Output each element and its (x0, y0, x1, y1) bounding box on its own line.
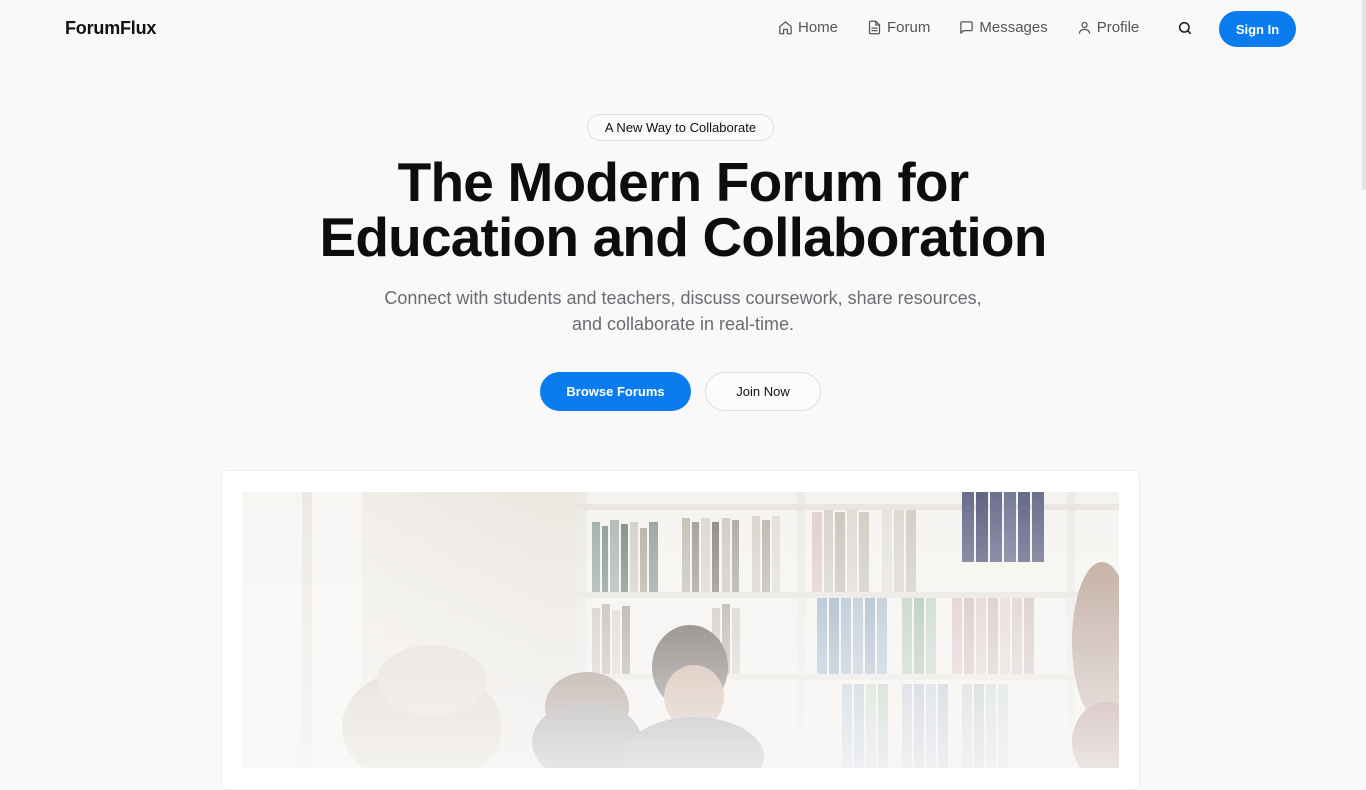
sign-in-button[interactable]: Sign In (1219, 11, 1296, 47)
nav-item-forum[interactable]: Forum (867, 19, 930, 36)
nav-item-label: Forum (887, 19, 931, 36)
hero-badge: A New Way to Collaborate (587, 114, 774, 141)
home-icon (779, 21, 792, 35)
document-icon (868, 20, 881, 35)
user-icon (1078, 21, 1090, 34)
nav-item-label: Messages (979, 19, 1048, 36)
message-icon (960, 21, 974, 34)
nav-item-messages[interactable]: Messages (959, 19, 1048, 36)
join-now-button[interactable]: Join Now (705, 372, 821, 411)
nav-item-label: Profile (1096, 19, 1140, 36)
nav-item-profile[interactable]: Profile (1077, 19, 1140, 36)
top-navbar: ForumFlux Home Forum Messages Profile Si… (0, 0, 1366, 58)
headline-line-2: Education and Collaboration (319, 206, 1047, 268)
scrollbar[interactable] (1362, 0, 1366, 190)
search-icon (1178, 21, 1192, 35)
hero-photo (242, 492, 1119, 768)
hero-headline: The Modern Forum for Education and Colla… (183, 155, 1183, 265)
browse-forums-button[interactable]: Browse Forums (540, 372, 691, 411)
hero-subtext: Connect with students and teachers, disc… (384, 288, 982, 334)
nav-item-home[interactable]: Home (778, 19, 838, 36)
nav-links: Home Forum Messages Profile (778, 19, 1168, 36)
headline-line-1: The Modern Forum for (397, 151, 969, 213)
nav-item-label: Home (798, 19, 839, 36)
brand-logo[interactable]: ForumFlux (65, 18, 156, 39)
search-button[interactable] (1177, 20, 1195, 38)
